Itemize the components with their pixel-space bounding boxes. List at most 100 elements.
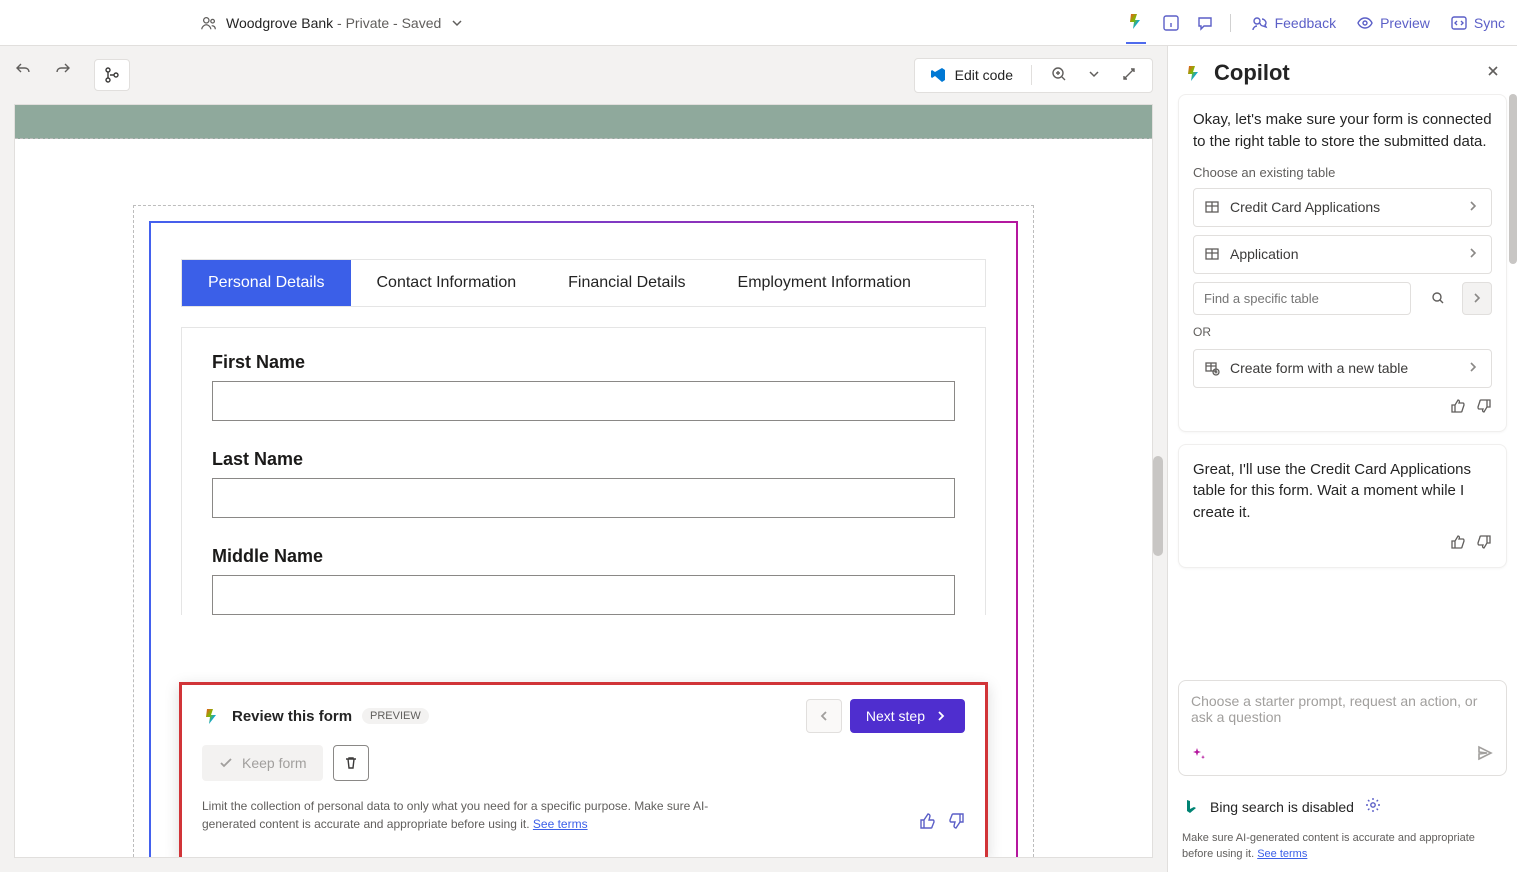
main: Edit code Personal Details Contact Inf [0, 46, 1517, 872]
table-plus-icon [1204, 360, 1220, 376]
chevron-down-icon[interactable] [449, 15, 465, 31]
close-copilot-button[interactable] [1485, 63, 1501, 84]
chevron-right-icon [1465, 198, 1481, 217]
tab-employment-information[interactable]: Employment Information [712, 260, 937, 306]
thumbs-up-icon[interactable] [1450, 534, 1466, 553]
feedback-button[interactable]: Feedback [1251, 14, 1336, 32]
message-text: Okay, let's make sure your form is conne… [1193, 109, 1492, 153]
copilot-input[interactable]: Choose a starter prompt, request an acti… [1178, 680, 1507, 776]
thumbs-down-icon[interactable] [947, 812, 965, 833]
sync-button[interactable]: Sync [1450, 14, 1505, 32]
document-title-group[interactable]: Woodgrove Bank - Private - Saved [200, 14, 465, 32]
tab-financial-details[interactable]: Financial Details [542, 260, 711, 306]
discard-button[interactable] [333, 745, 369, 781]
source-control-button[interactable] [94, 59, 130, 91]
table-icon [1204, 199, 1220, 215]
last-name-input[interactable] [212, 478, 955, 518]
sync-icon [1450, 14, 1468, 32]
last-name-label: Last Name [212, 449, 955, 470]
redo-button[interactable] [54, 59, 72, 91]
comment-icon[interactable] [1196, 14, 1214, 32]
sync-label: Sync [1474, 15, 1505, 31]
topbar: Woodgrove Bank - Private - Saved Feedbac… [0, 0, 1517, 46]
copilot-logo-icon [1184, 63, 1204, 83]
undo-button[interactable] [14, 59, 32, 91]
thumbs-down-icon[interactable] [1476, 398, 1492, 417]
search-icon [1430, 290, 1446, 309]
app-root: Woodgrove Bank - Private - Saved Feedbac… [0, 0, 1517, 872]
review-disclaimer: Limit the collection of personal data to… [202, 797, 762, 833]
preview-label: Preview [1380, 15, 1430, 31]
eye-icon [1356, 14, 1374, 32]
copilot-scroll-thumb[interactable] [1509, 94, 1517, 264]
field-first-name: First Name [212, 352, 955, 421]
canvas-scrollbar[interactable] [1151, 104, 1165, 858]
review-feedback [919, 812, 965, 833]
separator [1230, 14, 1231, 32]
chevron-right-icon [933, 708, 949, 724]
canvas-column: Edit code Personal Details Contact Inf [0, 46, 1167, 872]
message-feedback [1193, 398, 1492, 417]
copilot-icon [202, 706, 222, 726]
fullscreen-button[interactable] [1120, 65, 1138, 86]
prev-step-button[interactable] [806, 699, 842, 733]
find-go-button[interactable] [1462, 282, 1492, 315]
edit-code-group: Edit code [914, 58, 1153, 93]
copilot-tab-icon[interactable] [1126, 11, 1146, 44]
scroll-thumb[interactable] [1153, 456, 1163, 556]
copilot-pane: Copilot Okay, let's make sure your form … [1167, 46, 1517, 872]
table-option-label: Application [1230, 246, 1299, 262]
table-option-application[interactable]: Application [1193, 235, 1492, 274]
review-nav: Next step [806, 699, 965, 733]
copilot-messages[interactable]: Okay, let's make sure your form is conne… [1168, 94, 1517, 680]
tab-personal-details[interactable]: Personal Details [182, 260, 351, 306]
choose-table-hint: Choose an existing table [1193, 165, 1492, 180]
form-tabs: Personal Details Contact Information Fin… [181, 259, 986, 307]
tab-contact-information[interactable]: Contact Information [351, 260, 543, 306]
feedback-icon [1251, 14, 1269, 32]
copilot-disclaimer: Make sure AI-generated content is accura… [1168, 827, 1517, 872]
sparkle-icon[interactable] [1191, 746, 1207, 765]
send-icon[interactable] [1476, 744, 1494, 765]
zoom-button[interactable] [1050, 65, 1068, 86]
check-icon [218, 755, 234, 771]
gear-icon[interactable] [1364, 796, 1382, 817]
thumbs-up-icon[interactable] [1450, 398, 1466, 417]
page-surface[interactable]: Personal Details Contact Information Fin… [14, 104, 1153, 858]
people-icon [200, 14, 218, 32]
first-name-label: First Name [212, 352, 955, 373]
table-option-credit-card-applications[interactable]: Credit Card Applications [1193, 188, 1492, 227]
thumbs-up-icon[interactable] [919, 812, 937, 833]
middle-name-input[interactable] [212, 575, 955, 615]
preview-badge: PREVIEW [362, 708, 429, 724]
review-title: Review this form [232, 708, 352, 725]
see-terms-link[interactable]: See terms [1257, 848, 1307, 860]
keep-form-label: Keep form [242, 755, 307, 771]
zoom-chevron-icon[interactable] [1086, 66, 1102, 85]
first-name-input[interactable] [212, 381, 955, 421]
preview-button[interactable]: Preview [1356, 14, 1430, 32]
find-table-row [1193, 282, 1492, 315]
next-step-label: Next step [866, 708, 925, 724]
find-table-input[interactable] [1193, 282, 1411, 315]
feedback-label: Feedback [1275, 15, 1336, 31]
chevron-right-icon [1465, 359, 1481, 378]
edit-code-button[interactable]: Edit code [929, 66, 1013, 84]
canvas-wrap: Personal Details Contact Information Fin… [0, 104, 1167, 872]
field-last-name: Last Name [212, 449, 955, 518]
see-terms-link[interactable]: See terms [533, 817, 588, 831]
copilot-input-placeholder: Choose a starter prompt, request an acti… [1191, 693, 1494, 725]
info-icon[interactable] [1162, 14, 1180, 32]
keep-form-button[interactable]: Keep form [202, 745, 323, 781]
next-step-button[interactable]: Next step [850, 699, 965, 733]
message-text: Great, I'll use the Credit Card Applicat… [1193, 459, 1492, 524]
page-header-bar [15, 105, 1152, 139]
bing-status-row: Bing search is disabled [1168, 786, 1517, 827]
or-label: OR [1193, 325, 1492, 339]
keep-row: Keep form [202, 745, 965, 781]
thumbs-down-icon[interactable] [1476, 534, 1492, 553]
bing-icon [1182, 798, 1200, 816]
create-new-label: Create form with a new table [1230, 360, 1408, 376]
create-new-table-option[interactable]: Create form with a new table [1193, 349, 1492, 388]
table-option-label: Credit Card Applications [1230, 199, 1380, 215]
